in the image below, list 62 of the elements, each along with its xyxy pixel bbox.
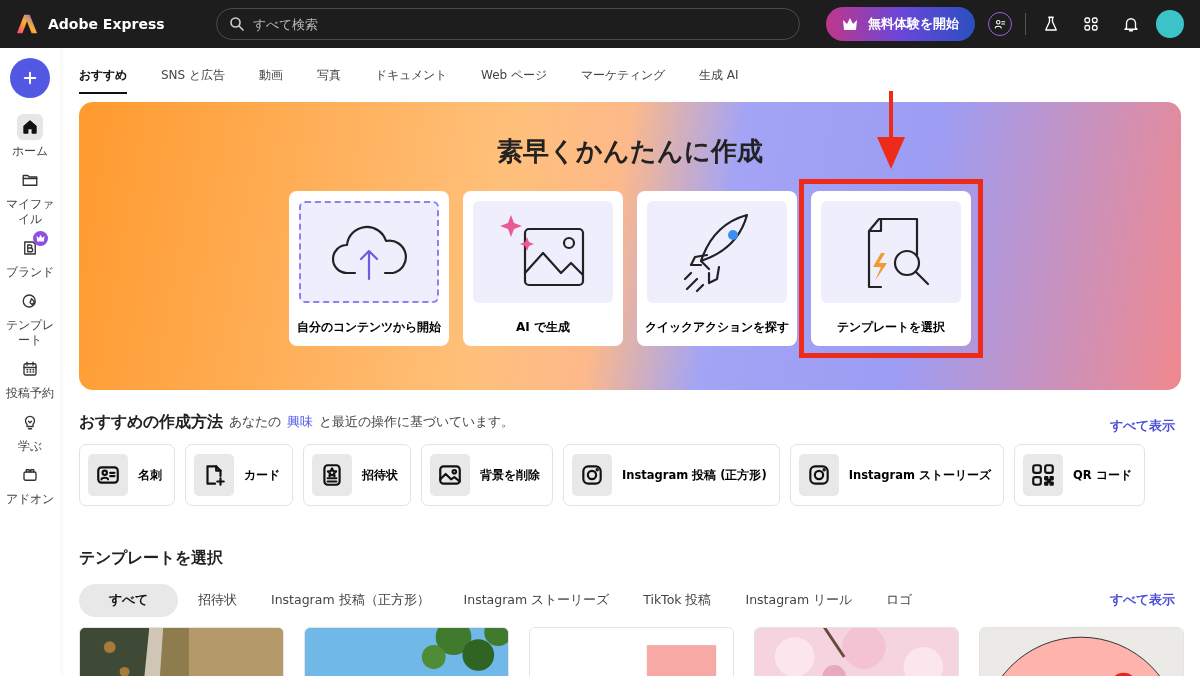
crown-icon: [842, 17, 858, 31]
section-subtitle: あなたの: [229, 413, 281, 431]
create-option-card[interactable]: Instagram 投稿 (正方形): [563, 444, 780, 506]
plus-icon: [21, 69, 39, 87]
app-name: Adobe Express: [48, 16, 166, 32]
instagram-icon: [579, 462, 605, 488]
category-tab[interactable]: 生成 AI: [699, 56, 739, 94]
category-tab[interactable]: ドキュメント: [375, 56, 448, 94]
sidebar-item[interactable]: マイファイル: [1, 166, 59, 227]
start-card[interactable]: 自分のコンテンツから開始: [289, 191, 449, 346]
create-option-card[interactable]: 名刺: [79, 444, 175, 506]
category-tab[interactable]: 動画: [259, 56, 284, 94]
sidebar-item[interactable]: テンプレート: [1, 287, 59, 348]
grid-icon: [1082, 15, 1100, 33]
filter-chip[interactable]: 招待状: [184, 584, 251, 617]
sidebar-item[interactable]: 投稿予約: [1, 355, 59, 401]
create-option-card[interactable]: 招待状: [303, 444, 411, 506]
filter-chip[interactable]: Instagram ストーリーズ: [449, 584, 624, 617]
interests-link[interactable]: 興味: [287, 413, 313, 431]
filter-chip[interactable]: ロゴ: [872, 584, 927, 617]
create-option-card[interactable]: QR コード: [1013, 444, 1145, 506]
qr-code-icon: [1029, 462, 1056, 488]
category-tab[interactable]: 写真: [317, 56, 342, 94]
sidebar-item[interactable]: ブランド: [1, 234, 59, 280]
create-button[interactable]: [10, 58, 50, 98]
free-trial-button[interactable]: 無料体験を開始: [826, 7, 975, 41]
home-icon: [21, 118, 39, 136]
avatar[interactable]: [1156, 10, 1184, 38]
category-tab[interactable]: Web ページ: [481, 56, 547, 94]
category-tab[interactable]: SNS と広告: [161, 56, 226, 94]
filter-chip[interactable]: TikTok 投稿: [629, 584, 726, 617]
bell-icon: [1122, 15, 1140, 33]
filter-chip[interactable]: Instagram リール: [731, 584, 867, 617]
start-card[interactable]: テンプレートを選択: [811, 191, 971, 346]
arrow-icon: [875, 91, 907, 169]
see-all-link[interactable]: すべて表示: [1104, 591, 1181, 610]
section-title: おすすめの作成方法: [79, 411, 223, 433]
section-title: テンプレートを選択: [79, 547, 223, 569]
category-tab[interactable]: マーケティング: [581, 56, 665, 94]
start-card[interactable]: AI で生成: [463, 191, 623, 346]
sidebar-item[interactable]: ホーム: [1, 114, 59, 159]
sidebar-item[interactable]: 学ぶ: [1, 408, 59, 454]
filter-chip[interactable]: すべて: [79, 584, 178, 617]
flask-icon: [1042, 15, 1060, 33]
app-logo-icon[interactable]: [16, 13, 38, 35]
image-icon: [437, 462, 463, 488]
calendar-icon: [21, 359, 39, 378]
filter-chip[interactable]: Instagram 投稿（正方形）: [257, 584, 444, 617]
create-option-card[interactable]: Instagram ストーリーズ: [789, 444, 1004, 506]
palette-icon: [21, 291, 39, 310]
brand-icon: [21, 238, 39, 257]
see-all-link[interactable]: すべて表示: [1104, 416, 1181, 436]
hero-title: 素早くかんたんに作成: [497, 135, 763, 168]
sidebar-item[interactable]: アドオン: [1, 461, 59, 507]
section-subtitle: と最近の操作に基づいています。: [319, 413, 514, 431]
create-option-card[interactable]: 背景を削除: [421, 444, 553, 506]
people-icon: [993, 17, 1007, 31]
search-icon: [228, 15, 246, 33]
category-tab[interactable]: おすすめ: [79, 56, 127, 94]
search-field[interactable]: すべて検索: [216, 8, 800, 40]
create-option-card[interactable]: カード: [185, 444, 293, 506]
start-card[interactable]: クイックアクションを探す: [637, 191, 797, 346]
